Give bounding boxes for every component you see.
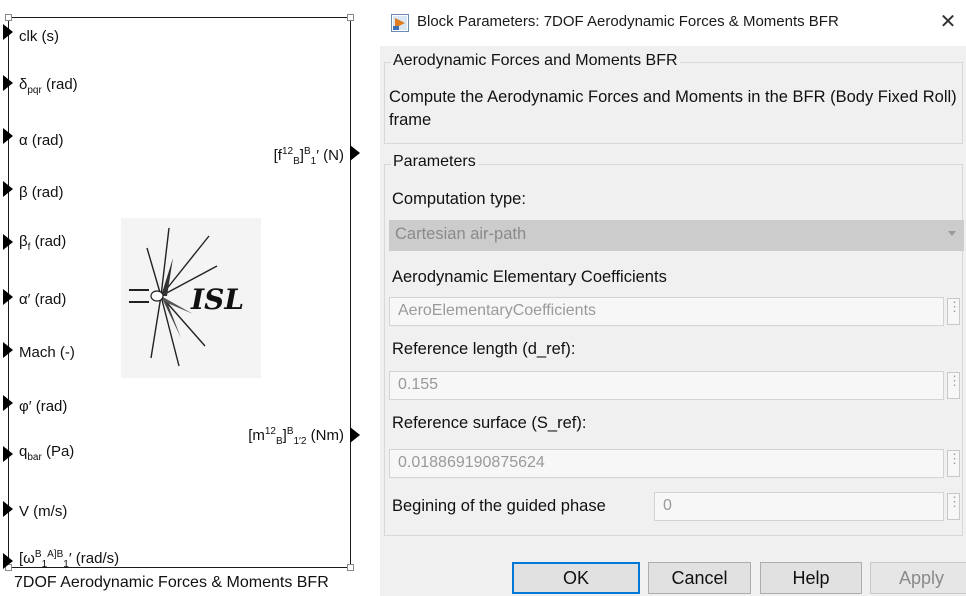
isl-logo: ISL (121, 218, 261, 378)
input-port-label-alpha: α (rad) (19, 132, 64, 149)
ok-button[interactable]: OK (512, 562, 640, 594)
logo-text: ISL (190, 283, 244, 316)
guided-phase-label: Begining of the guided phase (392, 497, 606, 515)
block-name-label[interactable]: 7DOF Aerodynamic Forces & Moments BFR (14, 574, 329, 592)
reference-surface-more-icon[interactable]: ⋮ (947, 450, 961, 477)
input-port-arrow[interactable] (3, 342, 13, 358)
block-parameters-dialog: Block Parameters: 7DOF Aerodynamic Force… (380, 0, 966, 596)
reference-length-more-icon[interactable]: ⋮ (947, 372, 961, 399)
input-port-arrow[interactable] (3, 446, 13, 462)
isl-logo-graphic: ISL (121, 218, 261, 378)
computation-type-value: Cartesian air-path (395, 225, 527, 243)
chevron-down-icon (948, 231, 956, 236)
input-port-arrow[interactable] (3, 553, 13, 569)
help-button[interactable]: Help (760, 562, 862, 594)
guided-phase-field[interactable]: 0 (654, 492, 944, 521)
output-port-arrow[interactable] (350, 427, 360, 443)
input-port-label-phi-prime: φ′ (rad) (19, 398, 68, 415)
block-corner-handle[interactable] (347, 564, 354, 571)
reference-length-label: Reference length (d_ref): (392, 340, 576, 358)
block-corner-handle[interactable] (5, 14, 12, 21)
computation-type-select[interactable]: Cartesian air-path (389, 220, 964, 251)
input-port-label-v: V (m/s) (19, 503, 68, 520)
simulink-block[interactable]: clk (s) δpqr (rad) α (rad) β (rad) βf (r… (3, 14, 360, 571)
aero-coefficients-more-icon[interactable]: ⋮ (947, 298, 961, 325)
input-port-label-qbar: qbar (Pa) (19, 443, 75, 463)
input-port-arrow[interactable] (3, 289, 13, 305)
input-port-label-beta: β (rad) (19, 184, 64, 201)
cancel-button[interactable]: Cancel (648, 562, 751, 594)
input-port-arrow[interactable] (3, 181, 13, 197)
input-port-arrow[interactable] (3, 395, 13, 411)
input-port-label-omega: [ωB1A]B1′ (rad/s) (19, 549, 120, 570)
input-port-label-alpha-prime: α′ (rad) (19, 291, 67, 308)
reference-surface-field[interactable]: 0.018869190875624 (389, 449, 944, 478)
input-port-arrow[interactable] (3, 501, 13, 517)
output-port-label-force: [f12B]B1′ (N) (273, 146, 344, 167)
output-port-arrow[interactable] (350, 145, 360, 161)
reference-surface-label: Reference surface (S_ref): (392, 414, 587, 432)
computation-type-label: Computation type: (392, 190, 526, 208)
parameters-group-title: Parameters (391, 153, 478, 171)
close-icon[interactable]: ✕ (936, 10, 960, 34)
aero-coefficients-label: Aerodynamic Elementary Coefficients (392, 268, 667, 286)
input-port-label-mach: Mach (-) (19, 344, 75, 361)
guided-phase-more-icon[interactable]: ⋮ (947, 493, 961, 520)
apply-button[interactable]: Apply (870, 562, 966, 594)
aero-coefficients-field[interactable]: AeroElementaryCoefficients (389, 297, 944, 326)
output-port-label-moment: [m12B]B1′2 (Nm) (248, 426, 344, 447)
block-corner-handle[interactable] (347, 14, 354, 21)
input-port-label-clk: clk (s) (19, 28, 59, 45)
reference-length-field[interactable]: 0.155 (389, 371, 944, 400)
input-port-label-delta: δpqr (rad) (19, 76, 78, 96)
input-port-arrow[interactable] (3, 75, 13, 91)
input-port-label-beta-f: βf (rad) (19, 233, 67, 253)
input-port-arrow[interactable] (3, 24, 13, 40)
dialog-titlebar[interactable]: Block Parameters: 7DOF Aerodynamic Force… (380, 0, 966, 46)
input-port-arrow[interactable] (3, 234, 13, 250)
input-port-arrow[interactable] (3, 128, 13, 144)
dialog-title: Block Parameters: 7DOF Aerodynamic Force… (417, 13, 839, 30)
simulink-block-icon (391, 14, 409, 32)
block-description: Compute the Aerodynamic Forces and Momen… (389, 88, 957, 129)
description-group-title: Aerodynamic Forces and Moments BFR (391, 52, 680, 70)
